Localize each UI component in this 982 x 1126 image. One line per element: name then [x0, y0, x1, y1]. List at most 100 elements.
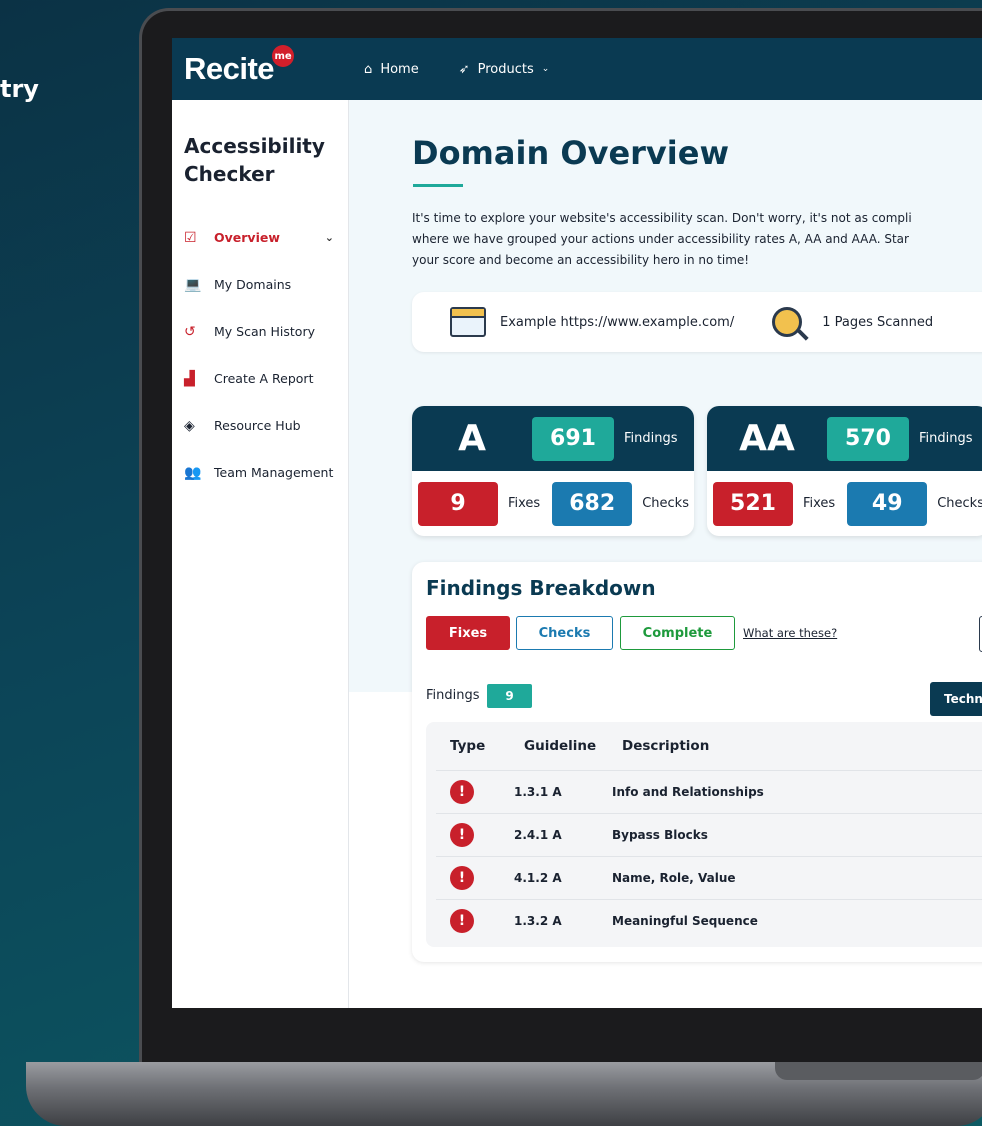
sidebar-menu: ☑ Overview ⌄ 💻 My Domains ↺ My Scan Hist… [172, 214, 348, 496]
sidebar-title-line1: Accessibility [184, 134, 325, 158]
intro-line: where we have grouped your actions under… [412, 232, 909, 246]
description-cell: Bypass Blocks [612, 828, 708, 842]
checks-count: 49 [847, 481, 928, 526]
guideline-cell: 4.1.2 A [514, 871, 562, 885]
chevron-down-icon: ⌄ [541, 64, 550, 74]
score-card-header: AA 570 Findings [707, 406, 982, 471]
domain-summary-card: Example https://www.example.com/ 1 Pages… [412, 292, 982, 352]
recite-logo[interactable]: Recite me [184, 45, 295, 87]
findings-count-label: Findings [426, 688, 480, 703]
column-header-description: Description [622, 738, 710, 754]
guideline-cell: 1.3.1 A [514, 785, 562, 799]
rocket-icon: ➶ [458, 61, 470, 77]
intro-text: It's time to explore your website's acce… [412, 208, 982, 271]
sidebar-title: Accessibility Checker [184, 132, 348, 188]
sidebar-item-label: Overview [214, 230, 280, 245]
findings-count: 570 [827, 416, 909, 461]
guideline-cell: 1.3.2 A [514, 914, 562, 928]
error-icon: ! [450, 909, 474, 933]
tab-complete[interactable]: Complete [620, 616, 735, 650]
sidebar-item-team-management[interactable]: 👥 Team Management [172, 449, 348, 496]
logo-badge: me [272, 45, 295, 67]
nav-home[interactable]: ⌂ Home [364, 62, 419, 77]
column-header-guideline: Guideline [524, 738, 597, 754]
type-cell: ! [436, 780, 514, 804]
sidebar-item-scan-history[interactable]: ↺ My Scan History [172, 308, 348, 355]
table-row[interactable]: ! 1.3.2 A Meaningful Sequence [436, 899, 982, 942]
app-screen: Recite me ⌂ Home ➶ Products ⌄ Accessibil… [172, 38, 982, 1008]
table-row[interactable]: ! 2.4.1 A Bypass Blocks [436, 813, 982, 856]
checks-count: 682 [552, 481, 633, 526]
nav-products[interactable]: ➶ Products ⌄ [459, 62, 550, 77]
chevron-down-icon[interactable]: ⌄ [325, 231, 334, 244]
sidebar-title-line2: Checker [184, 162, 275, 186]
error-icon: ! [450, 823, 474, 847]
home-icon: ⌂ [364, 61, 373, 77]
nav-home-label: Home [380, 61, 419, 77]
type-cell: ! [436, 866, 514, 890]
checkbox-icon: ☑ [184, 229, 197, 246]
tab-checks[interactable]: Checks [516, 616, 613, 650]
title-underline [413, 184, 463, 187]
type-cell: ! [436, 823, 514, 847]
magnifier-eye-icon [772, 307, 803, 337]
description-cell: Meaningful Sequence [612, 914, 758, 928]
graduation-cap-icon: ◈ [184, 417, 195, 434]
findings-breakdown-card: Findings Breakdown Fixes Checks Complete… [412, 562, 982, 962]
score-card-a: A 691 Findings 9 Fixes 682 Checks [412, 406, 694, 536]
findings-table: Type Guideline Description ! 1.3.1 A Inf… [426, 722, 982, 947]
conformance-level: A [458, 418, 486, 459]
pages-scanned: 1 Pages Scanned [822, 314, 934, 330]
bar-chart-icon: ▟ [184, 370, 195, 387]
score-card-header: A 691 Findings [412, 406, 694, 471]
score-card-footer: 9 Fixes 682 Checks [412, 471, 694, 536]
history-icon: ↺ [184, 323, 196, 340]
findings-count-badge: 9 [487, 684, 532, 708]
guideline-cell: 2.4.1 A [514, 828, 562, 842]
checks-label: Checks [937, 496, 982, 511]
table-header: Type Guideline Description [426, 722, 982, 770]
what-are-these-link[interactable]: What are these? [743, 626, 837, 640]
sidebar-item-overview[interactable]: ☑ Overview ⌄ [172, 214, 348, 261]
error-icon: ! [450, 780, 474, 804]
browser-window-icon [450, 307, 486, 337]
score-card-aa: AA 570 Findings 521 Fixes 49 Checks [707, 406, 982, 536]
table-row[interactable]: ! 4.1.2 A Name, Role, Value [436, 856, 982, 899]
sidebar-item-my-domains[interactable]: 💻 My Domains [172, 261, 348, 308]
type-cell: ! [436, 909, 514, 933]
findings-label: Findings [624, 431, 678, 446]
score-card-footer: 521 Fixes 49 Checks [707, 471, 982, 536]
nav-products-label: Products [477, 61, 534, 77]
table-row[interactable]: ! 1.3.1 A Info and Relationships [436, 770, 982, 813]
column-header-type: Type [450, 738, 486, 754]
top-navbar: Recite me ⌂ Home ➶ Products ⌄ [172, 38, 982, 100]
fixes-label: Fixes [508, 496, 541, 511]
laptop-notch [775, 1062, 982, 1080]
tab-fixes[interactable]: Fixes [426, 616, 510, 650]
sidebar-item-create-report[interactable]: ▟ Create A Report [172, 355, 348, 402]
domain-label: Example https://www.example.com/ [500, 314, 735, 330]
sidebar-item-label: Create A Report [214, 371, 314, 386]
technical-view-button[interactable]: Techn [930, 682, 982, 716]
backdrop-text: try [0, 75, 39, 103]
main-nav: ⌂ Home ➶ Products ⌄ [364, 62, 549, 77]
description-cell: Name, Role, Value [612, 871, 736, 885]
laptop-icon: 💻 [184, 276, 202, 293]
logo-text: Recite [184, 51, 275, 86]
sidebar: Accessibility Checker ☑ Overview ⌄ 💻 My … [172, 100, 349, 1008]
sidebar-item-label: Resource Hub [214, 418, 301, 433]
checks-label: Checks [642, 496, 689, 511]
fixes-count: 521 [713, 481, 793, 526]
description-cell: Info and Relationships [612, 785, 764, 799]
fixes-label: Fixes [803, 496, 836, 511]
intro-line: It's time to explore your website's acce… [412, 211, 912, 225]
findings-breakdown-title: Findings Breakdown [426, 576, 656, 600]
intro-line: your score and become an accessibility h… [412, 253, 750, 267]
findings-count: 691 [532, 416, 614, 461]
sidebar-item-resource-hub[interactable]: ◈ Resource Hub [172, 402, 348, 449]
sidebar-item-label: My Scan History [214, 324, 315, 339]
findings-label: Findings [919, 431, 973, 446]
sidebar-item-label: Team Management [214, 465, 334, 480]
sidebar-item-label: My Domains [214, 277, 292, 292]
team-icon: 👥 [184, 464, 202, 481]
